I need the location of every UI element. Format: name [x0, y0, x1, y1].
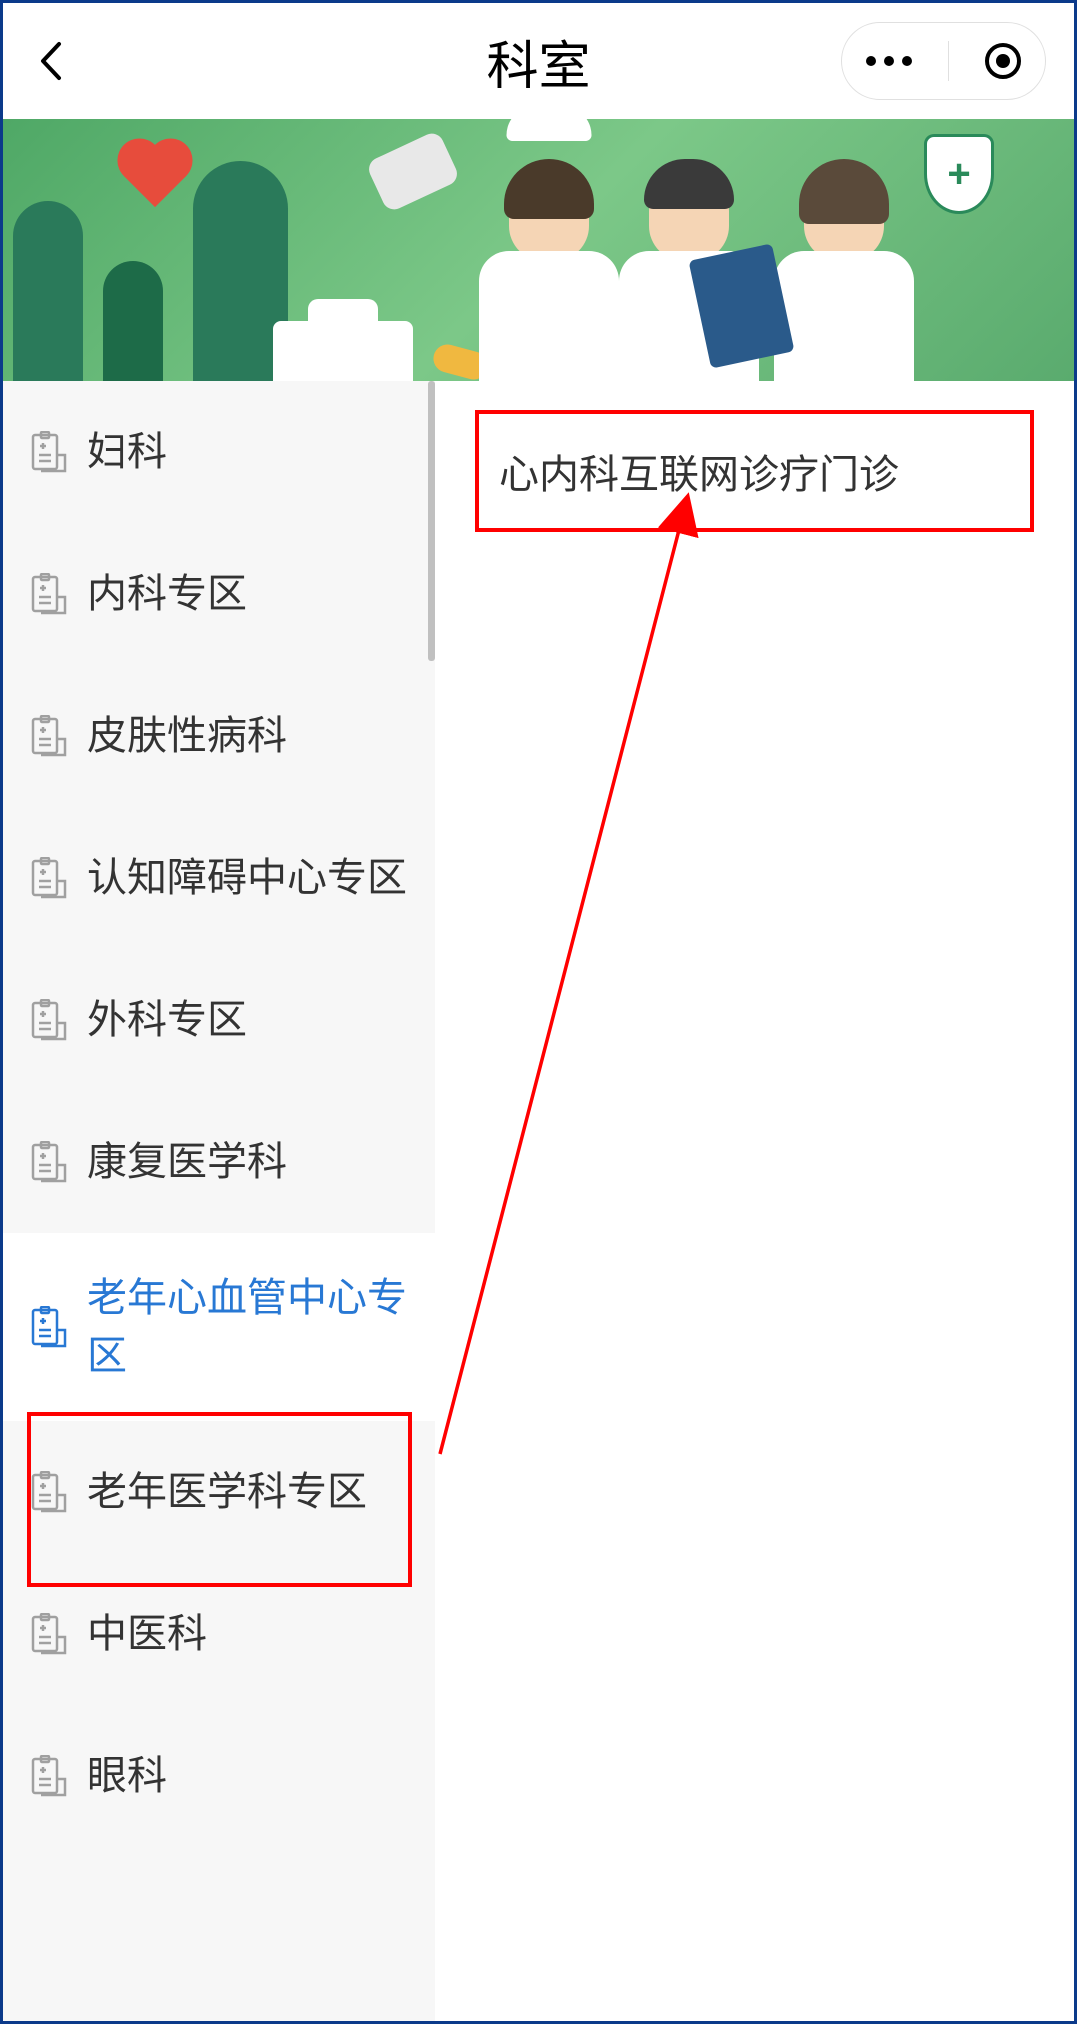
document-icon: [27, 1613, 69, 1655]
department-sidebar[interactable]: 妇科内科专区皮肤性病科认知障碍中心专区外科专区康复医学科老年心血管中心专区老年医…: [3, 381, 435, 2021]
document-icon: [27, 857, 69, 899]
sidebar-item-department[interactable]: 妇科: [3, 381, 435, 523]
scrollbar[interactable]: [428, 381, 435, 661]
sidebar-item-department[interactable]: 皮肤性病科: [3, 665, 435, 807]
document-icon: [27, 715, 69, 757]
sidebar-item-label: 眼科: [87, 1747, 411, 1805]
annotation-arrow: [435, 489, 775, 1459]
header: 科室: [3, 3, 1074, 119]
sidebar-item-label: 老年医学科专区: [87, 1463, 411, 1521]
sidebar-item-label: 老年心血管中心专区: [87, 1269, 411, 1385]
document-icon: [27, 1471, 69, 1513]
more-button[interactable]: [866, 56, 912, 66]
main-content: 妇科内科专区皮肤性病科认知障碍中心专区外科专区康复医学科老年心血管中心专区老年医…: [3, 381, 1074, 2021]
document-icon: [27, 431, 69, 473]
sidebar-item-label: 外科专区: [87, 991, 411, 1049]
back-button[interactable]: [31, 41, 71, 81]
sidebar-item-label: 中医科: [87, 1605, 411, 1663]
sidebar-item-department[interactable]: 内科专区: [3, 523, 435, 665]
sidebar-item-department[interactable]: 老年医学科专区: [3, 1421, 435, 1563]
document-icon: [27, 1141, 69, 1183]
sidebar-item-label: 妇科: [87, 423, 411, 481]
sidebar-item-department[interactable]: 认知障碍中心专区: [3, 807, 435, 949]
sidebar-item-department[interactable]: 眼科: [3, 1705, 435, 1847]
sidebar-item-department[interactable]: 外科专区: [3, 949, 435, 1091]
document-icon: [27, 999, 69, 1041]
document-icon: [27, 1755, 69, 1797]
document-icon: [27, 1306, 69, 1348]
sidebar-item-department[interactable]: 康复医学科: [3, 1091, 435, 1233]
close-miniprogram-button[interactable]: [985, 43, 1021, 79]
sidebar-item-label: 认知障碍中心专区: [87, 849, 411, 907]
subdepartment-item[interactable]: 心内科互联网诊疗门诊: [475, 410, 1034, 532]
sidebar-item-label: 康复医学科: [87, 1133, 411, 1191]
sidebar-item-department[interactable]: 中医科: [3, 1563, 435, 1705]
chevron-left-icon: [37, 40, 65, 82]
miniprogram-capsule: [841, 22, 1046, 100]
subdepartment-content: 心内科互联网诊疗门诊: [435, 381, 1074, 2021]
sidebar-item-label: 皮肤性病科: [87, 707, 411, 765]
sidebar-item-label: 内科专区: [87, 565, 411, 623]
banner-image: +: [3, 119, 1074, 381]
page-title: 科室: [486, 24, 590, 99]
sidebar-item-department[interactable]: 老年心血管中心专区: [3, 1233, 435, 1421]
document-icon: [27, 573, 69, 615]
